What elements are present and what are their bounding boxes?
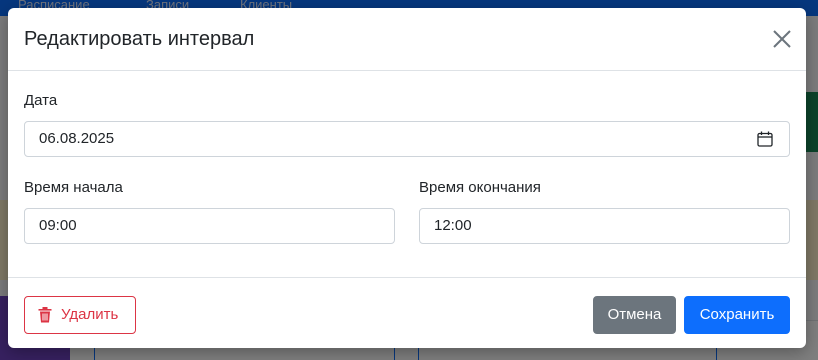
date-value: 06.08.2025	[39, 130, 115, 147]
close-icon	[773, 30, 791, 48]
trash-icon	[38, 307, 52, 323]
start-time-label: Время начала	[24, 179, 123, 196]
start-time-value: 09:00	[39, 217, 77, 234]
app-stage: Расписание Записи Клиенты Редактировать …	[0, 0, 818, 360]
save-button[interactable]: Сохранить	[684, 296, 790, 334]
delete-button-label: Удалить	[61, 306, 119, 323]
cancel-button[interactable]: Отмена	[593, 296, 676, 334]
date-input[interactable]: 06.08.2025	[24, 121, 790, 157]
end-time-input[interactable]: 12:00	[419, 208, 790, 244]
start-time-input[interactable]: 09:00	[24, 208, 395, 244]
modal-header: Редактировать интервал	[8, 8, 806, 71]
date-label: Дата	[24, 92, 58, 109]
calendar-icon[interactable]	[757, 131, 773, 147]
close-button[interactable]	[772, 29, 792, 49]
edit-interval-modal: Редактировать интервал Дата 06.08.2025 В…	[8, 8, 806, 348]
end-time-label: Время окончания	[419, 179, 541, 196]
modal-footer: Удалить Отмена Сохранить	[8, 277, 806, 348]
end-time-value: 12:00	[434, 217, 472, 234]
delete-button[interactable]: Удалить	[24, 296, 136, 334]
modal-title: Редактировать интервал	[24, 28, 255, 50]
modal-body: Дата 06.08.2025 Время начала 09:00 Время…	[8, 71, 806, 277]
